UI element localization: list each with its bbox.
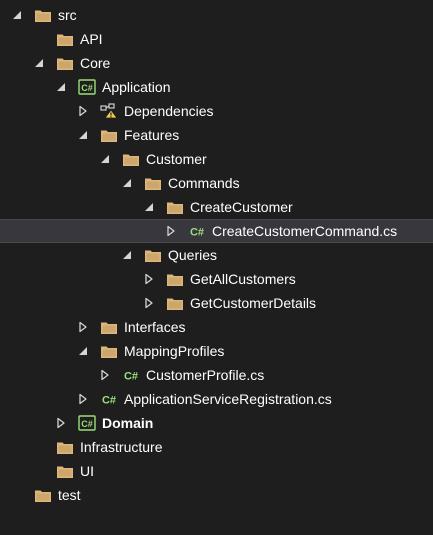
svg-text:C#: C#	[81, 419, 93, 429]
csharp-project-icon: C#	[78, 415, 96, 431]
folder-icon	[166, 271, 184, 287]
tree-item-getallcustomers[interactable]: GetAllCustomers	[0, 267, 433, 291]
tree-item-label: Domain	[102, 415, 154, 431]
tree-item-customerprofile-cs[interactable]: C# CustomerProfile.cs	[0, 363, 433, 387]
tree-item-infrastructure[interactable]: Infrastructure	[0, 435, 433, 459]
chevron-expanded-icon[interactable]	[100, 153, 110, 165]
chevron-collapsed-icon[interactable]	[78, 393, 88, 405]
chevron-expanded-icon[interactable]	[78, 345, 88, 357]
tree-item-label: Infrastructure	[80, 439, 163, 455]
tree-item-interfaces[interactable]: Interfaces	[0, 315, 433, 339]
chevron-expanded-icon[interactable]	[34, 57, 44, 69]
tree-item-createcustomer[interactable]: CreateCustomer	[0, 195, 433, 219]
tree-item-label: Dependencies	[124, 103, 214, 119]
tree-item-mappingprofiles[interactable]: MappingProfiles	[0, 339, 433, 363]
csharp-project-icon: C#	[78, 79, 96, 95]
tree-item-label: src	[58, 7, 77, 23]
chevron-collapsed-icon[interactable]	[144, 273, 154, 285]
folder-icon	[56, 463, 74, 479]
tree-item-label: MappingProfiles	[124, 343, 225, 359]
tree-item-queries[interactable]: Queries	[0, 243, 433, 267]
tree-item-label: CreateCustomerCommand.cs	[212, 223, 398, 239]
folder-icon	[100, 127, 118, 143]
folder-icon	[100, 343, 118, 359]
chevron-expanded-icon[interactable]	[144, 201, 154, 213]
folder-icon	[56, 31, 74, 47]
tree-item-commands[interactable]: Commands	[0, 171, 433, 195]
chevron-collapsed-icon[interactable]	[56, 417, 66, 429]
chevron-expanded-icon[interactable]	[12, 9, 22, 21]
svg-text:C#: C#	[102, 395, 116, 407]
chevron-collapsed-icon[interactable]	[100, 369, 110, 381]
chevron-expanded-icon[interactable]	[122, 177, 132, 189]
folder-icon	[100, 319, 118, 335]
tree-item-label: Commands	[168, 175, 240, 191]
csharp-file-icon: C#	[188, 223, 206, 239]
folder-icon	[34, 487, 52, 503]
folder-icon	[34, 7, 52, 23]
tree-item-features[interactable]: Features	[0, 123, 433, 147]
folder-icon	[166, 199, 184, 215]
folder-icon	[144, 247, 162, 263]
chevron-expanded-icon[interactable]	[122, 249, 132, 261]
chevron-collapsed-icon[interactable]	[166, 225, 176, 237]
tree-item-label: UI	[80, 463, 94, 479]
folder-icon	[56, 439, 74, 455]
tree-item-customer[interactable]: Customer	[0, 147, 433, 171]
tree-item-api[interactable]: API	[0, 27, 433, 51]
tree-item-src[interactable]: src	[0, 3, 433, 27]
tree-item-label: ApplicationServiceRegistration.cs	[124, 391, 332, 407]
folder-icon	[144, 175, 162, 191]
tree-item-label: Queries	[168, 247, 218, 263]
svg-text:C#: C#	[81, 83, 93, 93]
tree-item-test[interactable]: test	[0, 483, 433, 507]
tree-item-label: Customer	[146, 151, 207, 167]
tree-item-label: API	[80, 31, 103, 47]
chevron-expanded-icon[interactable]	[56, 81, 66, 93]
tree-item-dependencies[interactable]: Dependencies	[0, 99, 433, 123]
tree-item-label: Core	[80, 55, 111, 71]
tree-item-label: CreateCustomer	[190, 199, 293, 215]
chevron-collapsed-icon[interactable]	[78, 105, 88, 117]
tree-item-getcustomerdetails[interactable]: GetCustomerDetails	[0, 291, 433, 315]
tree-item-label: Features	[124, 127, 180, 143]
svg-text:C#: C#	[124, 371, 138, 383]
tree-item-core[interactable]: Core	[0, 51, 433, 75]
chevron-expanded-icon[interactable]	[78, 129, 88, 141]
csharp-file-icon: C#	[122, 367, 140, 383]
chevron-collapsed-icon[interactable]	[144, 297, 154, 309]
chevron-collapsed-icon[interactable]	[78, 321, 88, 333]
csharp-file-icon: C#	[100, 391, 118, 407]
tree-item-label: test	[58, 487, 81, 503]
solution-explorer-tree: src API Core C# Application Dependencies Featu…	[0, 0, 433, 535]
tree-item-label: CustomerProfile.cs	[146, 367, 265, 383]
tree-item-label: GetAllCustomers	[190, 271, 296, 287]
tree-item-createcustomercommand-cs[interactable]: C# CreateCustomerCommand.cs	[0, 219, 433, 243]
tree-item-label: GetCustomerDetails	[190, 295, 317, 311]
tree-item-ui[interactable]: UI	[0, 459, 433, 483]
svg-text:C#: C#	[190, 227, 204, 239]
folder-icon	[122, 151, 140, 167]
tree-item-label: Application	[102, 79, 171, 95]
folder-icon	[56, 55, 74, 71]
tree-item-label: Interfaces	[124, 319, 186, 335]
folder-icon	[166, 295, 184, 311]
dependencies-warning-icon	[100, 103, 118, 119]
tree-item-application[interactable]: C# Application	[0, 75, 433, 99]
tree-item-applicationserviceregistration-cs[interactable]: C# ApplicationServiceRegistration.cs	[0, 387, 433, 411]
tree-item-domain[interactable]: C# Domain	[0, 411, 433, 435]
